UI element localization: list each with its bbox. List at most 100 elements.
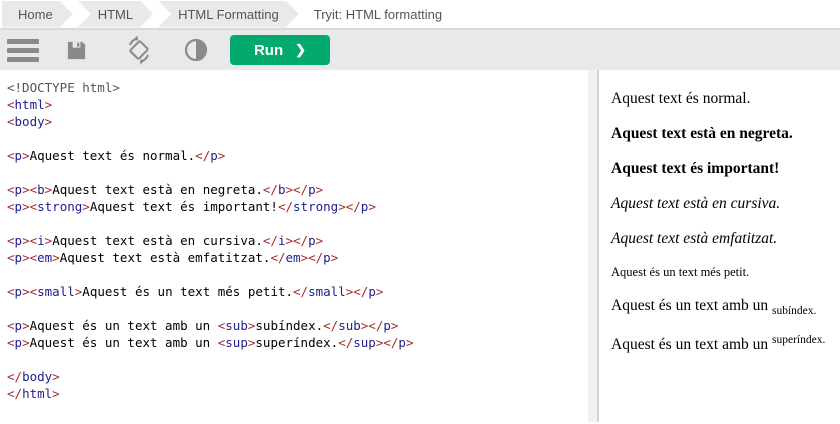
breadcrumb-item-html-formatting[interactable]: HTML Formatting [158,1,299,28]
code-token: > [22,335,30,350]
code-token: p [14,335,23,350]
code-token: > [52,369,60,384]
code-token: em [37,250,53,265]
code-token: < [29,250,38,265]
code-token: Aquest és un text amb un [29,335,218,350]
output-paragraph: Aquest text està en negreta. [611,125,793,142]
code-token: < [7,199,15,214]
code-token: p [308,233,316,248]
code-token: > [22,199,30,214]
result-output: Aquest text és normal. Aquest text està e… [599,70,840,422]
code-line: <p>Aquest és un text amb un <sub>subínde… [7,317,588,334]
code-token: < [29,199,38,214]
code-editor[interactable]: <!DOCTYPE html> <html> <body> <p>Aquest te… [0,70,588,422]
code-token: html [22,386,53,401]
run-chevron-icon: ❯ [295,42,307,57]
output-paragraph: Aquest text és normal. [611,90,751,107]
breadcrumb: Home HTML HTML Formatting Tryit: HTML form… [0,0,840,30]
code-token: > [217,148,226,163]
change-orientation-button[interactable] [124,35,154,65]
code-token: > [82,199,90,214]
code-token: p [368,284,376,299]
code-token: p [14,182,23,197]
code-line: <body> [7,113,588,130]
code-token: </ [262,182,278,197]
code-token: > [390,318,399,333]
breadcrumb-current-page: Tryit: HTML formatting [313,6,443,22]
code-token: > [405,335,414,350]
code-token: Aquest text està en cursiva. [52,233,263,248]
output-paragraph: Aquest text està en cursiva. [611,195,781,212]
code-line: </html> [7,385,588,402]
code-token: Aquest text està emfatitzat. [59,250,271,265]
code-token: em [285,250,301,265]
code-token: > [22,250,30,265]
code-token: </ [277,199,294,214]
code-token: < [29,182,38,197]
code-token: </ [353,284,369,299]
code-token: small [37,284,75,299]
output-paragraph: Aquest és un text amb un subíndex. [611,297,817,318]
run-button[interactable]: Run ❯ [230,35,330,65]
pane-resize-handle[interactable] [588,70,599,422]
code-line: </body> [7,368,588,385]
menu-icon [5,37,41,63]
code-line: <p><i>Aquest text està en cursiva.</i></… [7,232,588,249]
code-token: < [7,284,15,299]
code-token: > [315,233,324,248]
code-token: < [29,233,38,248]
code-token: > [52,386,60,401]
code-token: </ [368,318,384,333]
save-button[interactable] [65,39,88,62]
code-token: < [29,284,38,299]
dark-mode-button[interactable] [184,38,208,62]
code-token: > [285,233,294,248]
code-token: small [308,284,346,299]
code-token: </ [338,335,354,350]
code-token: < [7,97,15,112]
code-token: subíndex. [255,318,324,333]
code-token: > [44,97,53,112]
code-token: body [14,114,45,129]
code-line: <p><strong>Aquest text és important!</st… [7,198,588,215]
code-token: i [37,233,45,248]
code-token: Aquest text és normal. [29,148,196,163]
code-token: p [323,250,331,265]
code-token: > [22,148,30,163]
code-text: <!DOCTYPE html> <html> <body> <p>Aquest te… [0,70,588,402]
code-line: <p><b>Aquest text està en negreta.</b></… [7,181,588,198]
code-token: </ [308,250,324,265]
main-content: <!DOCTYPE html> <html> <body> <p>Aquest te… [0,70,840,422]
code-token: > [330,250,339,265]
orientation-icon [124,35,154,65]
breadcrumb-item-home[interactable]: Home [2,1,73,28]
breadcrumb-item-html[interactable]: HTML [78,1,153,28]
code-token: < [7,335,15,350]
code-token: body [22,369,53,384]
output-supscript-text: superíndex. [772,334,826,347]
code-token: < [7,182,15,197]
code-line: <!DOCTYPE html> [7,79,588,96]
code-token: p [398,335,406,350]
code-token: < [7,233,15,248]
code-token: Aquest és un text més petit. [82,284,294,299]
code-token: strong [293,199,339,214]
code-token: sup [353,335,376,350]
code-token: > [52,250,60,265]
code-token: > [22,182,30,197]
menu-button[interactable] [5,37,41,63]
code-token: > [300,250,309,265]
code-token: > [375,284,384,299]
code-token: </ [293,233,309,248]
code-token: p [14,284,23,299]
code-token: > [22,233,30,248]
code-token: > [338,199,346,214]
code-token: superíndex. [255,335,339,350]
code-token: </ [7,369,23,384]
code-token: > [315,182,324,197]
code-token: </ [345,199,361,214]
code-token: p [14,148,23,163]
contrast-icon [184,38,208,62]
